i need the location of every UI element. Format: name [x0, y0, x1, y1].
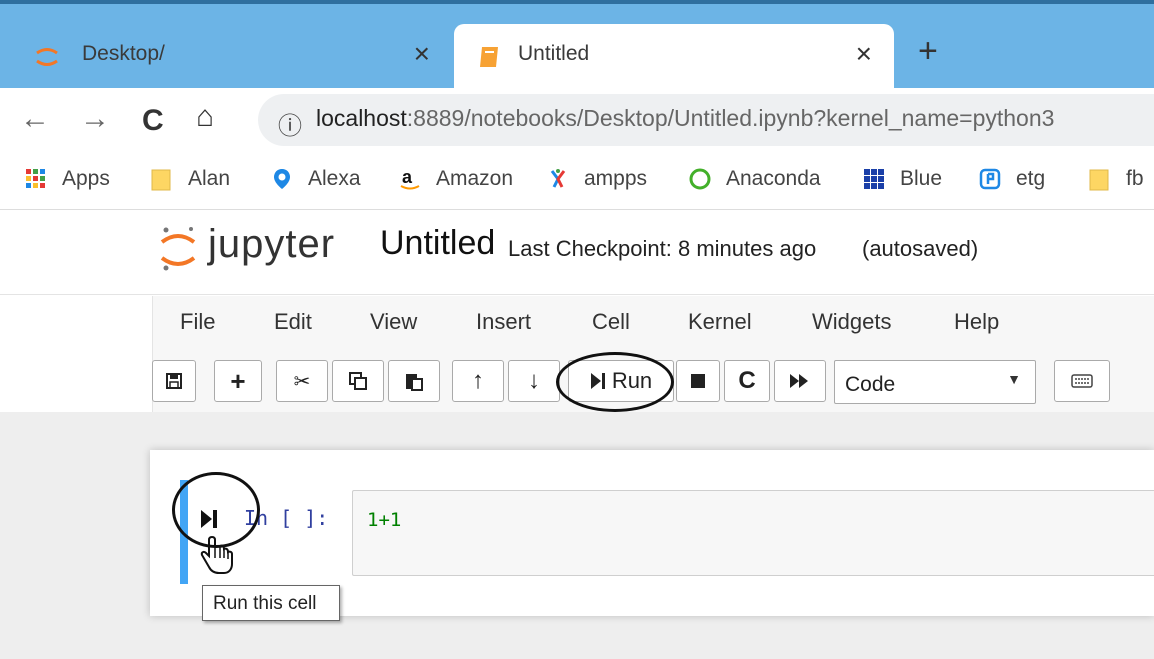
- insert-cell-button[interactable]: +: [214, 360, 262, 402]
- menu-help[interactable]: Help: [954, 309, 999, 335]
- url-path: :8889/notebooks/Desktop/Untitled.ipynb?k…: [406, 105, 1055, 131]
- bookmark-label: etg: [1016, 167, 1046, 190]
- save-icon: [166, 373, 182, 389]
- step-forward-icon: [590, 373, 605, 389]
- paste-button[interactable]: [388, 360, 440, 402]
- hand-cursor-icon: [200, 535, 233, 574]
- bookmark-anaconda[interactable]: Anaconda: [688, 167, 821, 191]
- cell-type-value: Code: [845, 373, 896, 396]
- cut-button[interactable]: ✂: [276, 360, 328, 402]
- bookmark-label: Alan: [188, 167, 231, 190]
- bookmark-apps[interactable]: Apps: [24, 167, 110, 191]
- folder-icon: [1089, 169, 1109, 191]
- notebook-title[interactable]: Untitled: [380, 224, 495, 263]
- stop-icon: [691, 374, 705, 388]
- last-checkpoint: Last Checkpoint: 8 minutes ago: [508, 236, 817, 261]
- cell-code: 1+1: [367, 509, 402, 531]
- menu-file[interactable]: File: [180, 309, 215, 335]
- jupyter-logo-icon[interactable]: [158, 222, 198, 274]
- reload-icon[interactable]: C: [142, 104, 164, 138]
- ampps-icon: [550, 169, 566, 188]
- restart-kernel-button[interactable]: C: [724, 360, 770, 402]
- copy-icon: [349, 372, 367, 390]
- move-up-button[interactable]: ↑: [452, 360, 504, 402]
- bookmark-alexa[interactable]: Alexa: [270, 167, 361, 191]
- save-button[interactable]: [152, 360, 196, 402]
- menu-kernel[interactable]: Kernel: [688, 309, 752, 335]
- tab-title: Desktop/: [82, 42, 165, 65]
- tab-title: Untitled: [518, 42, 590, 65]
- site-info-icon[interactable]: ⓘ: [278, 106, 302, 141]
- arrow-up-icon: ↑: [472, 367, 484, 394]
- keyboard-icon: [1071, 374, 1093, 388]
- jupyter-brand: jupyter: [208, 222, 336, 266]
- bookmark-label: Alexa: [308, 167, 361, 190]
- bookmark-ampps[interactable]: ampps: [546, 167, 647, 191]
- command-palette-button[interactable]: [1054, 360, 1110, 402]
- bookmark-fb[interactable]: fb: [1088, 167, 1144, 191]
- restart-icon: C: [738, 367, 756, 394]
- scissors-icon: ✂: [293, 370, 311, 393]
- bookmark-label: Apps: [62, 167, 110, 190]
- fast-forward-icon: [790, 374, 808, 388]
- apps-grid-icon: [26, 169, 45, 188]
- new-tab-button[interactable]: +: [918, 34, 938, 68]
- close-tab-icon[interactable]: ×: [414, 38, 430, 70]
- url-host: localhost: [316, 105, 407, 131]
- run-button[interactable]: Run: [568, 360, 674, 402]
- interrupt-kernel-button[interactable]: [676, 360, 720, 402]
- bookmark-label: ampps: [584, 167, 648, 190]
- bookmark-label: Amazon: [436, 167, 514, 190]
- copy-button[interactable]: [332, 360, 384, 402]
- anaconda-icon: [689, 168, 711, 190]
- plus-icon: +: [230, 365, 246, 396]
- tab-desktop[interactable]: Desktop/ ×: [0, 24, 452, 88]
- bookmarks-bar: Apps Alan Alexa a Amazon ampps Anaconda …: [0, 154, 1154, 210]
- paste-icon: [406, 374, 423, 391]
- home-icon[interactable]: ⌂: [196, 100, 214, 134]
- bookmark-etg[interactable]: etg: [978, 167, 1045, 191]
- amazon-icon: a: [400, 167, 420, 190]
- code-cell-input[interactable]: 1+1: [352, 490, 1154, 576]
- selected-cell-indicator: [180, 480, 188, 584]
- etg-icon: [979, 168, 1001, 190]
- run-cell-tooltip: Run this cell: [202, 585, 340, 621]
- bookmark-label: Anaconda: [726, 167, 821, 190]
- address-bar[interactable]: ⓘ localhost:8889/notebooks/Desktop/Untit…: [258, 94, 1154, 146]
- bookmark-label: Blue: [900, 167, 943, 190]
- close-tab-icon[interactable]: ×: [856, 38, 872, 70]
- tab-untitled[interactable]: Untitled ×: [454, 24, 894, 88]
- cell-type-select[interactable]: Code ▼: [834, 360, 1036, 404]
- menu-view[interactable]: View: [370, 309, 417, 335]
- svg-text:a: a: [402, 167, 413, 187]
- location-pin-icon: [274, 169, 290, 189]
- notebook-favicon-icon: [480, 47, 498, 67]
- autosave-status: (autosaved): [862, 236, 979, 261]
- run-label: Run: [611, 368, 653, 393]
- forward-icon[interactable]: →: [80, 102, 110, 136]
- bookmark-label: fb: [1126, 167, 1144, 190]
- url-text: localhost:8889/notebooks/Desktop/Untitle…: [316, 105, 1054, 132]
- input-prompt: In [ ]:: [244, 506, 329, 530]
- menu-cell[interactable]: Cell: [592, 309, 630, 335]
- back-icon[interactable]: ←: [20, 102, 50, 136]
- folder-icon: [151, 169, 171, 191]
- jupyter-favicon-icon: [36, 48, 58, 66]
- restart-run-all-button[interactable]: [774, 360, 826, 402]
- move-down-button[interactable]: ↓: [508, 360, 560, 402]
- menu-insert[interactable]: Insert: [476, 309, 531, 335]
- bookmark-amazon[interactable]: a Amazon: [398, 167, 513, 191]
- menu-widgets[interactable]: Widgets: [812, 309, 891, 335]
- menu-edit[interactable]: Edit: [274, 309, 312, 335]
- arrow-down-icon: ↓: [528, 367, 540, 394]
- blue-grid-icon: [864, 169, 884, 189]
- run-cell-button[interactable]: [200, 508, 218, 530]
- bookmark-blue[interactable]: Blue: [862, 167, 942, 191]
- chevron-down-icon: ▼: [1007, 371, 1021, 387]
- bookmark-alan[interactable]: Alan: [150, 167, 230, 191]
